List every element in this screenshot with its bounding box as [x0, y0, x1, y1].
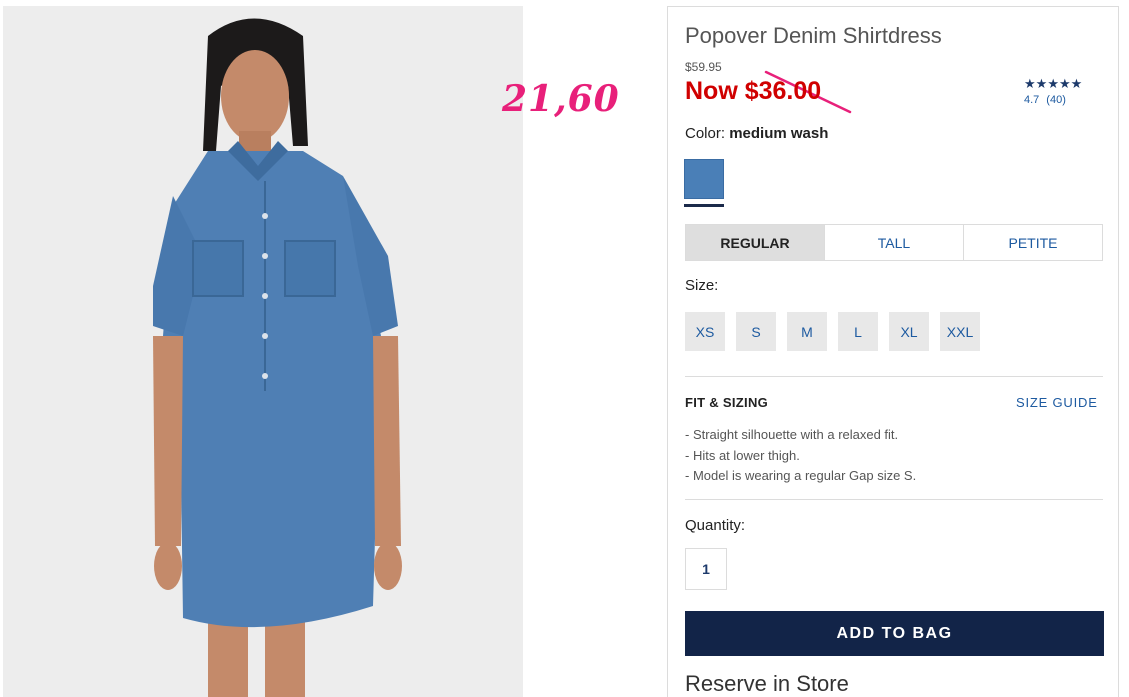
tab-tall[interactable]: TALL	[825, 225, 964, 260]
rating-count: (40)	[1046, 94, 1066, 106]
size-button-xxl[interactable]: XXL	[940, 312, 980, 351]
tab-petite[interactable]: PETITE	[964, 225, 1102, 260]
size-button-l[interactable]: L	[838, 312, 878, 351]
product-rating[interactable]: ★ ★ ★ ★ ★ 4.7 (40)	[1024, 77, 1082, 107]
original-price: $59.95	[685, 60, 722, 74]
reserve-in-store-heading[interactable]: Reserve in Store	[685, 671, 849, 697]
fit-tabs: REGULAR TALL PETITE	[685, 224, 1103, 261]
handwritten-price-annotation: 21,60	[502, 78, 620, 120]
size-button-xl[interactable]: XL	[889, 312, 929, 351]
add-to-bag-button[interactable]: ADD TO BAG	[685, 611, 1104, 656]
fit-sizing-heading: FIT & SIZING	[685, 395, 769, 410]
star-icon: ★	[1047, 76, 1059, 91]
size-button-m[interactable]: M	[787, 312, 827, 351]
color-swatch-medium-wash[interactable]	[684, 159, 724, 199]
size-guide-link[interactable]: SIZE GUIDE	[1016, 395, 1098, 410]
swatch-selected-indicator	[684, 204, 724, 207]
tab-regular[interactable]: REGULAR	[686, 225, 825, 260]
divider	[685, 499, 1103, 500]
product-image[interactable]	[3, 6, 523, 697]
fit-notes-list: - Straight silhouette with a relaxed fit…	[685, 425, 916, 487]
quantity-input[interactable]: 1	[685, 548, 727, 590]
rating-meta: 4.7 (40)	[1024, 94, 1082, 106]
size-label: Size:	[685, 277, 719, 294]
quantity-label: Quantity:	[685, 517, 746, 534]
sale-price: Now $36.00	[685, 77, 822, 105]
star-icon: ★	[1058, 76, 1071, 91]
star-icon: ★	[1070, 76, 1083, 91]
size-options: XS S M L XL XXL	[685, 312, 980, 351]
rating-score: 4.7	[1024, 94, 1040, 106]
size-button-s[interactable]: S	[736, 312, 776, 351]
product-title: Popover Denim Shirtdress	[685, 23, 942, 48]
model-photo-illustration	[3, 6, 523, 697]
fit-note: - Straight silhouette with a relaxed fit…	[685, 427, 899, 442]
divider	[685, 376, 1103, 377]
rating-stars: ★ ★ ★ ★ ★	[1024, 77, 1082, 91]
color-label: Color:	[685, 125, 726, 142]
color-value: medium wash	[729, 125, 829, 142]
fit-note: - Hits at lower thigh.	[685, 447, 800, 463]
star-icon: ★	[1035, 76, 1048, 91]
size-button-xs[interactable]: XS	[685, 312, 725, 351]
star-icon: ★	[1024, 76, 1036, 91]
fit-note: - Model is wearing a regular Gap size S.	[685, 468, 917, 483]
product-details-panel: Popover Denim Shirtdress $59.95 Now $36.…	[667, 6, 1119, 697]
color-label-row: Color: medium wash	[685, 125, 828, 142]
